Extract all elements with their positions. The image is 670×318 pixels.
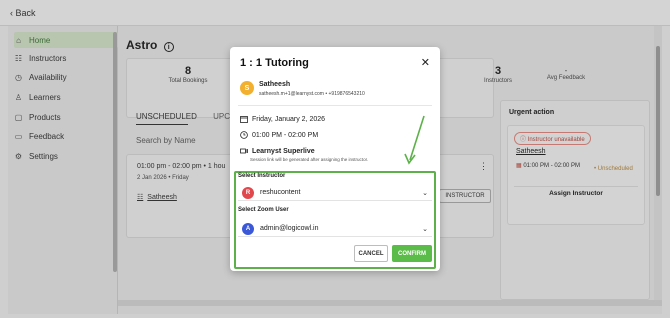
session-date-text: Friday, January 2, 2026 — [252, 115, 326, 123]
close-icon[interactable]: ✕ — [421, 56, 430, 69]
stat-instructors: 3 Instructors — [453, 65, 543, 84]
sidebar-item-availability[interactable]: ◷ Availability — [14, 69, 118, 85]
clock-icon — [240, 131, 248, 139]
booking-instructor[interactable]: ☷ Satheesh — [137, 193, 177, 201]
calendar-icon: ▦ — [516, 163, 522, 169]
platform-note: Session link will be generated after ass… — [250, 157, 369, 162]
urgent-time-text: 01:00 PM - 02:00 PM — [523, 163, 581, 169]
stat-label: Instructors — [483, 78, 512, 84]
more-options-icon[interactable]: ⋮ — [479, 161, 488, 172]
unscheduled-status: • Unscheduled — [594, 166, 633, 172]
instructor-field-label: Select Instructor — [238, 173, 286, 179]
urgent-action-panel: Urgent action ⓘ Instructor unavailable S… — [500, 100, 650, 300]
home-icon: ⌂ — [16, 35, 21, 45]
sidebar-item-label: Products — [29, 112, 61, 122]
sidebar-item-instructors[interactable]: ☷ Instructors — [14, 50, 118, 66]
active-tab-underline — [136, 124, 188, 125]
avatar: R — [242, 186, 254, 199]
chevron-down-icon: ⌄ — [422, 189, 428, 197]
stat-label: Avg Feedback — [546, 75, 586, 81]
page-title-text: Astro — [126, 38, 158, 52]
top-bar: ‹ Back — [0, 0, 670, 26]
back-link[interactable]: ‹ Back — [10, 8, 36, 18]
page-title: Astro i — [126, 38, 174, 52]
urgent-name[interactable]: Satheesh — [516, 148, 546, 155]
modal-title: 1 : 1 Tutoring — [240, 57, 309, 69]
confirm-button[interactable]: CONFIRM — [392, 245, 432, 262]
sidebar: ⌂ Home ☷ Instructors ◷ Availability ♙ Learne… — [8, 26, 118, 314]
box-icon: ▢ — [14, 112, 23, 122]
chat-icon: ▭ — [14, 131, 23, 141]
stat-total-bookings: 8 Total Bookings — [143, 65, 233, 84]
sidebar-scrollbar[interactable] — [113, 32, 117, 272]
zoom-user-select-value: admin@logicowl.in — [260, 225, 319, 232]
session-platform-text: Learnyst Superlive — [252, 147, 315, 155]
urgent-card: ⓘ Instructor unavailable Satheesh ▦ 01:0… — [507, 125, 645, 225]
student-name: Satheesh — [259, 81, 291, 88]
urgent-time: ▦ 01:00 PM - 02:00 PM — [516, 162, 580, 169]
booking-instructor-name: Satheesh — [147, 194, 177, 201]
urgent-assign-instructor-button[interactable]: Assign Instructor — [514, 186, 638, 200]
back-label: Back — [15, 8, 36, 18]
stat-value: 8 — [184, 65, 192, 77]
chevron-down-icon: ⌄ — [422, 225, 428, 233]
session-date: Friday, January 2, 2026 — [240, 115, 325, 123]
zoom-field-label: Select Zoom User — [238, 207, 289, 213]
cancel-button[interactable]: CANCEL — [354, 245, 388, 262]
sidebar-item-label: Feedback — [29, 131, 65, 141]
stat-label: Total Bookings — [168, 78, 208, 84]
avatar: S — [240, 81, 254, 95]
clock-icon: ◷ — [15, 72, 22, 82]
sidebar-item-label: Learners — [29, 92, 61, 102]
horizontal-scrollbar[interactable] — [118, 300, 662, 306]
assign-instructor-button[interactable]: INSTRUCTOR — [439, 189, 491, 203]
instructor-select[interactable]: R reshucontent ⌄ — [238, 185, 432, 201]
tab-unscheduled[interactable]: UNSCHEDULED — [136, 112, 197, 121]
sidebar-item-label: Availability — [29, 72, 67, 82]
session-time-text: 01:00 PM - 02:00 PM — [252, 131, 319, 139]
sidebar-item-settings[interactable]: ⚙ Settings — [14, 148, 118, 164]
sidebar-item-home[interactable]: ⌂ Home — [14, 32, 118, 48]
gear-icon: ⚙ — [14, 151, 23, 161]
instructor-icon: ☷ — [137, 194, 144, 201]
status-badge-text: Instructor unavailable — [527, 137, 585, 143]
instructors-icon: ☷ — [14, 53, 23, 63]
booking-date: 2 Jan 2026 • Friday — [137, 175, 189, 181]
video-icon — [240, 147, 248, 155]
tabs: UNSCHEDULED UPCOMI — [136, 112, 245, 121]
booking-time: 01:00 pm - 02:00 pm • 1 hou — [137, 163, 226, 170]
sidebar-item-learners[interactable]: ♙ Learners — [14, 89, 118, 105]
avatar: A — [242, 222, 254, 235]
session-platform: Learnyst Superlive — [240, 147, 315, 155]
calendar-icon — [240, 115, 248, 123]
instructor-select-value: reshucontent — [260, 189, 301, 196]
stat-value: 3 — [494, 65, 502, 77]
sidebar-item-products[interactable]: ▢ Products — [14, 109, 118, 125]
stat-avg-feedback: - Avg Feedback — [536, 66, 596, 81]
session-time: 01:00 PM - 02:00 PM — [240, 131, 318, 139]
annotation-arrow-icon — [404, 115, 425, 165]
student-contact: satheesh.m+1@learnyst.com • +91987654321… — [259, 91, 365, 97]
stat-value: - — [564, 66, 568, 75]
sidebar-item-label: Home — [29, 35, 51, 45]
status-badge: ⓘ Instructor unavailable — [514, 132, 591, 145]
person-icon: ♙ — [14, 92, 23, 102]
scrollbar-thumb[interactable] — [656, 46, 660, 196]
urgent-action-title: Urgent action — [509, 109, 555, 116]
sidebar-item-label: Settings — [29, 151, 58, 161]
info-icon[interactable]: i — [163, 42, 174, 52]
sidebar-item-label: Instructors — [29, 53, 67, 63]
search-input[interactable]: Search by Name — [136, 136, 196, 145]
unscheduled-status-text: Unscheduled — [597, 166, 633, 172]
page-scrollbar[interactable] — [654, 26, 662, 306]
zoom-user-select[interactable]: A admin@logicowl.in ⌄ — [238, 221, 432, 237]
sidebar-item-feedback[interactable]: ▭ Feedback — [14, 128, 118, 144]
divider — [238, 105, 432, 106]
